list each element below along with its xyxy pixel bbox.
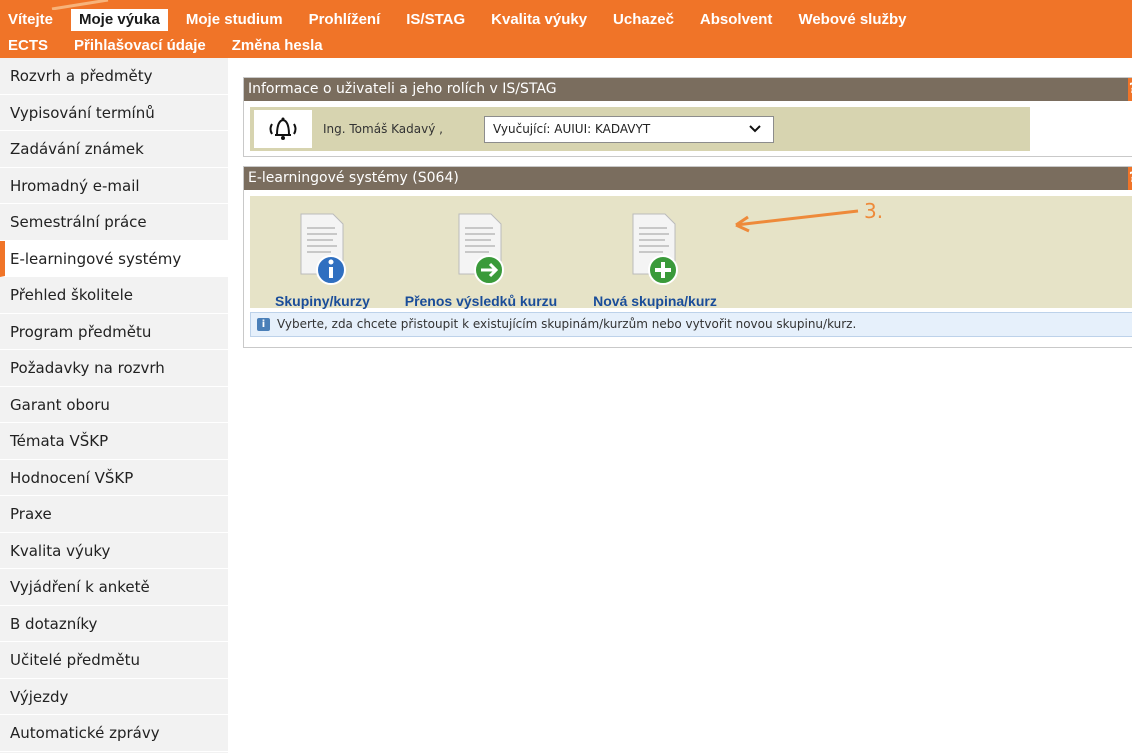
topnav-item-moje-vyuka[interactable]: Moje výuka <box>71 9 168 31</box>
groups-courses-tile[interactable]: Skupiny/kurzy <box>260 196 385 309</box>
new-group-course-tile[interactable]: Nová skupina/kurz <box>580 196 730 309</box>
annotation-arrow <box>735 209 859 233</box>
user-row: Ing. Tomáš Kadavý , Vyučující: AUIUI: KA… <box>250 107 1030 151</box>
document-icon <box>293 212 353 286</box>
elearning-help-button[interactable]: ? <box>1128 167 1132 190</box>
role-select-value: Vyučující: AUIUI: KADAVYT <box>493 122 651 136</box>
topnav-item-prohlizeni[interactable]: Prohlížení <box>301 9 389 31</box>
topnav-item-is-stag[interactable]: IS/STAG <box>398 9 473 31</box>
sidebar-item-program-predmetu[interactable]: Program předmětu <box>0 314 228 350</box>
topnav-item-absolvent[interactable]: Absolvent <box>692 9 781 31</box>
topnav-item-webove-sluzby[interactable]: Webové služby <box>790 9 914 31</box>
sidebar-item-hodnoceni-vskp[interactable]: Hodnocení VŠKP <box>0 460 228 496</box>
sidebar-item-garant-oboru[interactable]: Garant oboru <box>0 387 228 423</box>
sidebar-item-prehled-skolitele[interactable]: Přehled školitele <box>0 277 228 314</box>
top-nav-row-1: Vítejte Moje výuka Moje studium Prohlížení I… <box>0 8 915 32</box>
top-navigation: Vítejte Moje výuka Moje studium Prohlížení I… <box>0 0 1132 58</box>
sidebar-menu: Rozvrh a předměty Vypisování termínů Zadáv… <box>0 58 228 753</box>
document-icon <box>451 212 511 286</box>
elearning-panel-header: E-learningové systémy (S064) ? <box>244 167 1132 190</box>
info-message-text: Vyberte, zda chcete přistoupit k existuj… <box>277 317 857 331</box>
notifications-button[interactable] <box>254 110 312 148</box>
sidebar-item-ucitele-predmetu[interactable]: Učitelé předmětu <box>0 642 228 679</box>
sidebar-item-vypisovani-terminu[interactable]: Vypisování termínů <box>0 95 228 131</box>
user-name: Ing. Tomáš Kadavý , <box>323 122 443 136</box>
sidebar-item-e-learningove-systemy[interactable]: E-learningové systémy <box>0 240 228 277</box>
sidebar-item-vyjezdy[interactable]: Výjezdy <box>0 679 228 715</box>
user-info-panel-title: Informace o uživateli a jeho rolích v IS… <box>248 81 557 97</box>
sidebar-item-hromadny-e-mail[interactable]: Hromadný e-mail <box>0 168 228 204</box>
sidebar-item-vyjadreni-k-ankete[interactable]: Vyjádření k anketě <box>0 569 228 606</box>
bell-icon <box>269 117 297 140</box>
document-icon <box>625 212 685 286</box>
sidebar-item-rozvrh-a-predmety[interactable]: Rozvrh a předměty <box>0 58 228 95</box>
role-select[interactable]: Vyučující: AUIUI: KADAVYT <box>484 116 774 143</box>
sidebar-item-b-dotazniky[interactable]: B dotazníky <box>0 606 228 642</box>
user-info-help-button[interactable]: ? <box>1128 78 1132 101</box>
chevron-down-icon <box>749 125 761 133</box>
sidebar-item-pozadavky-na-rozvrh[interactable]: Požadavky na rozvrh <box>0 350 228 387</box>
groups-courses-label: Skupiny/kurzy <box>275 293 370 309</box>
sidebar-item-automaticke-zpravy[interactable]: Automatické zprávy <box>0 715 228 752</box>
user-info-panel: Informace o uživateli a jeho rolích v IS… <box>243 77 1132 157</box>
sidebar-item-semestralni-prace[interactable]: Semestrální práce <box>0 204 228 241</box>
sidebar-item-zadavani-znamek[interactable]: Zadávání známek <box>0 131 228 168</box>
topnav-item-kvalita-vyuky[interactable]: Kvalita výuky <box>483 9 595 31</box>
topnav-item-zmena-hesla[interactable]: Změna hesla <box>224 35 331 57</box>
info-icon: i <box>257 318 270 331</box>
new-group-course-label: Nová skupina/kurz <box>593 293 717 309</box>
topnav-item-vitejte[interactable]: Vítejte <box>0 9 61 31</box>
elearning-panel: E-learningové systémy (S064) ? Skupiny/k… <box>243 166 1132 348</box>
topnav-item-moje-studium[interactable]: Moje studium <box>178 9 291 31</box>
top-nav-row-2: ECTS Přihlašovací údaje Změna hesla <box>0 34 331 58</box>
transfer-results-label: Přenos výsledků kurzu <box>404 293 558 309</box>
user-info-panel-header: Informace o uživateli a jeho rolích v IS… <box>244 78 1132 101</box>
info-message: i Vyberte, zda chcete přistoupit k exist… <box>250 312 1132 337</box>
sidebar-item-praxe[interactable]: Praxe <box>0 496 228 533</box>
elearning-actions: Skupiny/kurzy Přenos výsledků kurzu Nová… <box>250 196 1132 309</box>
sidebar-item-temata-vskp[interactable]: Témata VŠKP <box>0 423 228 460</box>
transfer-results-tile[interactable]: Přenos výsledků kurzu <box>396 196 566 309</box>
sidebar-item-kvalita-vyuky[interactable]: Kvalita výuky <box>0 533 228 569</box>
topnav-item-uchazec[interactable]: Uchazeč <box>605 9 682 31</box>
topnav-item-prihlasovaci-udaje[interactable]: Přihlašovací údaje <box>66 35 214 57</box>
topnav-item-ects[interactable]: ECTS <box>0 35 56 57</box>
annotation-label: 3. <box>864 199 884 223</box>
elearning-panel-title: E-learningové systémy (S064) <box>248 170 459 186</box>
